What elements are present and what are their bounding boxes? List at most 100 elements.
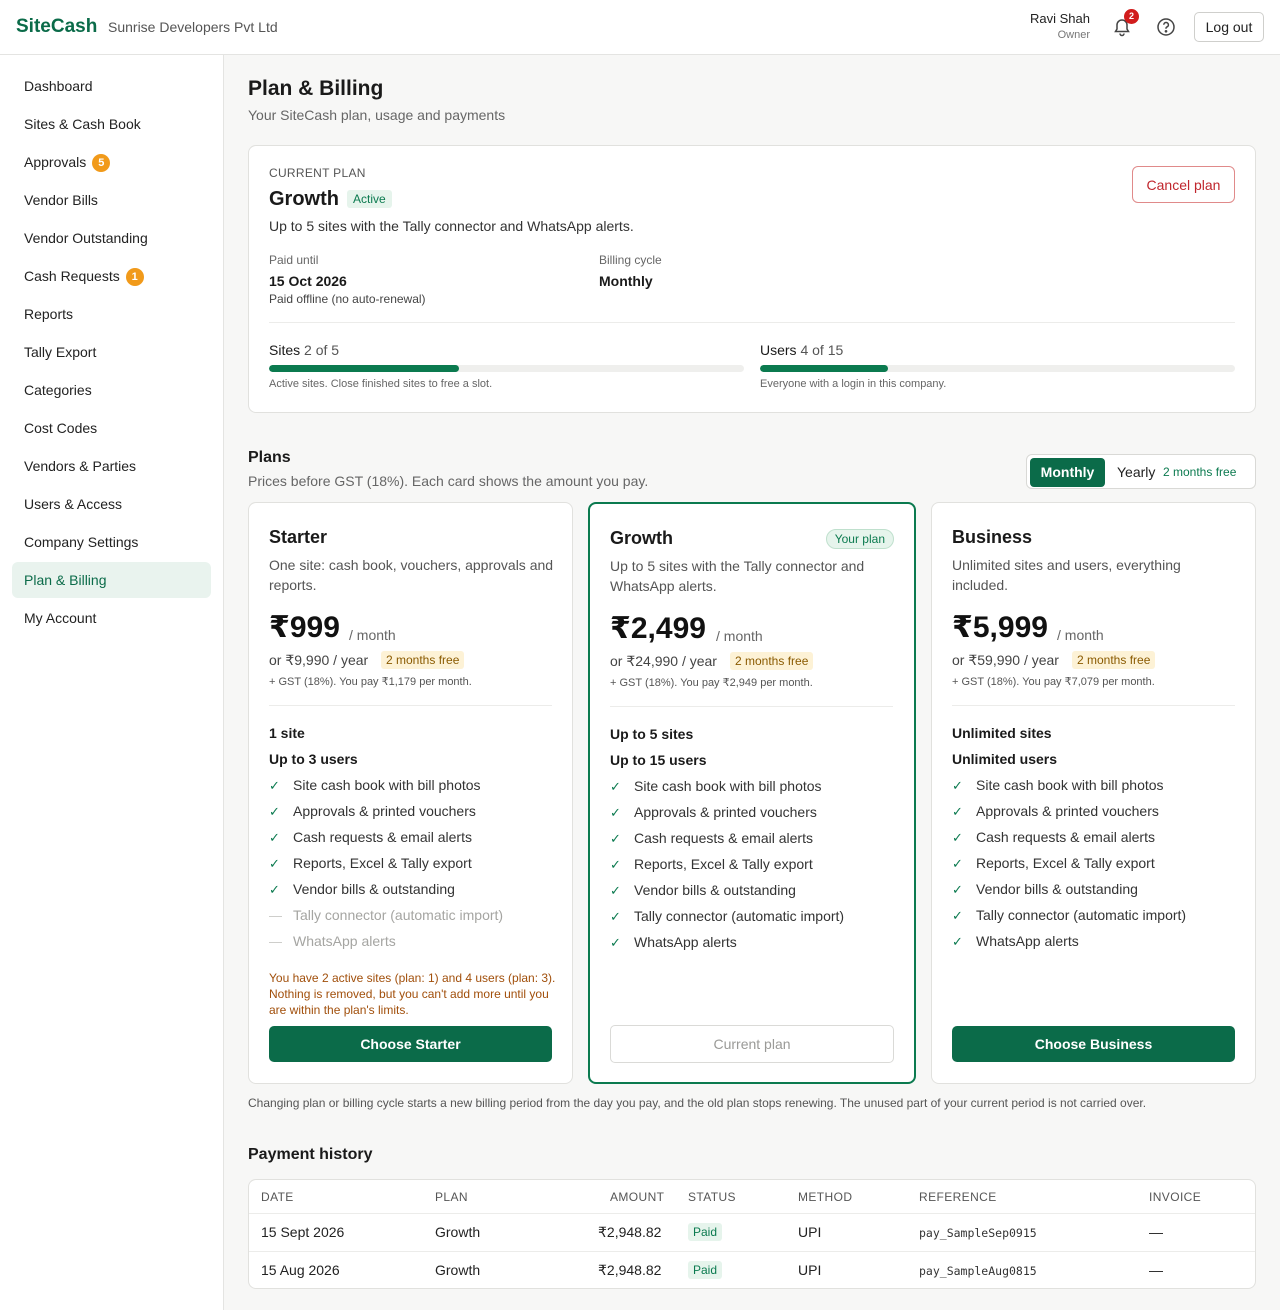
sidebar-item-sites-cash-book[interactable]: Sites & Cash Book [12, 106, 211, 142]
plan-site-limit: 1 site [269, 725, 305, 741]
choose-starter-button[interactable]: Choose Starter [269, 1026, 552, 1062]
sidebar-item-my-account[interactable]: My Account [12, 600, 211, 636]
plan-price: ₹5,999 [952, 611, 1048, 644]
current-plan-name: Growth [269, 188, 339, 210]
sidebar-item-tally-export[interactable]: Tally Export [12, 334, 211, 370]
column-header-method: METHOD [798, 1190, 853, 1204]
choose-business-button[interactable]: Choose Business [952, 1026, 1235, 1062]
user-role: Owner [1057, 29, 1090, 41]
users-usage-fill [760, 365, 889, 372]
status-badge: Paid [688, 1223, 723, 1241]
plans-title: Plans [248, 449, 291, 466]
feature-item: ✓ Approvals & printed vouchers [269, 803, 476, 819]
feature-item: ✓ Tally connector (automatic import) [952, 907, 1187, 923]
sidebar-item-categories[interactable]: Categories [12, 372, 211, 408]
sidebar-item-cost-codes[interactable]: Cost Codes [12, 410, 211, 446]
check-icon: ✓ [269, 830, 280, 845]
sidebar-item-cash-requests[interactable]: Cash Requests 1 [12, 258, 211, 294]
sidebar-item-users-access[interactable]: Users & Access [12, 486, 211, 522]
sidebar-item-vendors-parties[interactable]: Vendors & Parties [12, 448, 211, 484]
payment-invoice: — [1149, 1224, 1163, 1240]
column-header-plan: PLAN [435, 1190, 468, 1204]
toggle-yearly[interactable]: Yearly [1117, 458, 1155, 487]
current-plan-description: Up to 5 sites with the Tally connector a… [269, 218, 634, 234]
feature-item: ✓ Reports, Excel & Tally export [269, 855, 472, 871]
plan-card-business: Business Unlimited sites and users, ever… [931, 502, 1256, 1084]
check-icon: ✓ [610, 857, 621, 872]
plan-card-starter: Starter One site: cash book, vouchers, a… [248, 502, 573, 1084]
sidebar-item-company-settings[interactable]: Company Settings [12, 524, 211, 560]
divider [269, 705, 552, 706]
cancel-plan-button[interactable]: Cancel plan [1132, 166, 1235, 203]
divider [269, 322, 1235, 323]
feature-item: ✓ Approvals & printed vouchers [952, 803, 1159, 819]
check-icon: ✓ [952, 778, 963, 793]
toggle-monthly[interactable]: Monthly [1030, 458, 1105, 487]
plan-user-limit: Unlimited users [952, 751, 1058, 767]
dash-icon: — [269, 908, 282, 923]
sidebar: Dashboard Sites & Cash Book Approvals 5 V… [0, 55, 224, 1310]
page-title: Plan & Billing [248, 77, 384, 100]
status-badge: Paid [688, 1261, 723, 1279]
sidebar-item-approvals[interactable]: Approvals 5 [12, 144, 211, 180]
feature-item: ✓ WhatsApp alerts [610, 934, 737, 950]
top-bar: SiteCash Sunrise Developers Pvt Ltd Ravi… [0, 0, 1280, 55]
approvals-count-badge: 5 [92, 154, 111, 173]
divider [610, 706, 893, 707]
feature-item: ✓ Site cash book with bill photos [952, 777, 1164, 793]
current-plan-button[interactable]: Current plan [610, 1025, 894, 1063]
feature-item-excluded: — Tally connector (automatic import) [269, 907, 504, 923]
sites-usage-title: Sites 2 of 5 [269, 342, 340, 358]
plan-description: Unlimited sites and users, everything in… [952, 557, 1181, 593]
check-icon: ✓ [269, 856, 280, 871]
plan-free-tag: 2 months free [730, 652, 814, 670]
users-usage-note: Everyone with a login in this company. [760, 378, 947, 390]
plan-gst-note: + GST (18%). You pay ₹7,079 per month. [952, 676, 1155, 688]
paid-until-value: 15 Oct 2026 [269, 273, 347, 289]
sidebar-item-vendor-bills[interactable]: Vendor Bills [12, 182, 211, 218]
check-icon: ✓ [610, 883, 621, 898]
check-icon: ✓ [952, 934, 963, 949]
users-usage-bar [760, 365, 1235, 372]
billing-cycle-toggle: Monthly Yearly 2 months free [1026, 454, 1256, 489]
feature-item: ✓ Tally connector (automatic import) [610, 908, 845, 924]
check-icon: ✓ [610, 779, 621, 794]
plan-card-growth: Growth Your plan Up to 5 sites with the … [588, 502, 916, 1084]
check-icon: ✓ [610, 935, 621, 950]
users-usage-value: 4 of 15 [800, 342, 844, 358]
current-plan-label: CURRENT PLAN [269, 166, 366, 180]
billing-cycle-value: Monthly [599, 273, 653, 289]
check-icon: ✓ [269, 804, 280, 819]
notification-count-badge: 2 [1124, 9, 1139, 24]
plan-description: Up to 5 sites with the Tally connector a… [610, 558, 865, 594]
logout-button[interactable]: Log out [1194, 12, 1264, 42]
plan-change-note: Changing plan or billing cycle starts a … [248, 1096, 1147, 1110]
brand-logo[interactable]: SiteCash [16, 16, 97, 38]
column-header-date: DATE [261, 1190, 294, 1204]
help-icon[interactable] [1156, 17, 1176, 37]
feature-item: ✓ Site cash book with bill photos [610, 778, 822, 794]
plan-gst-note: + GST (18%). You pay ₹2,949 per month. [610, 677, 813, 689]
feature-item: ✓ Vendor bills & outstanding [269, 881, 455, 897]
sidebar-item-dashboard[interactable]: Dashboard [12, 68, 211, 104]
check-icon: ✓ [610, 909, 621, 924]
divider [249, 1251, 1255, 1252]
sidebar-item-plan-billing[interactable]: Plan & Billing [12, 562, 211, 598]
user-info[interactable]: Ravi Shah Owner [1030, 11, 1090, 41]
plans-subtitle: Prices before GST (18%). Each card shows… [248, 473, 649, 489]
paid-until-label: Paid until [269, 253, 319, 267]
company-name: Sunrise Developers Pvt Ltd [108, 19, 278, 35]
check-icon: ✓ [952, 908, 963, 923]
check-icon: ✓ [952, 830, 963, 845]
sidebar-item-vendor-outstanding[interactable]: Vendor Outstanding [12, 220, 211, 256]
check-icon: ✓ [952, 856, 963, 871]
plan-name: Business [952, 527, 1033, 547]
sidebar-item-reports[interactable]: Reports [12, 296, 211, 332]
plan-free-tag: 2 months free [381, 651, 465, 669]
check-icon: ✓ [952, 804, 963, 819]
sites-usage-value: 2 of 5 [304, 342, 340, 358]
feature-item: ✓ Reports, Excel & Tally export [610, 856, 813, 872]
check-icon: ✓ [952, 882, 963, 897]
plan-yearly-price: or ₹24,990 / year [610, 653, 717, 669]
plan-price: ₹999 [269, 611, 340, 644]
